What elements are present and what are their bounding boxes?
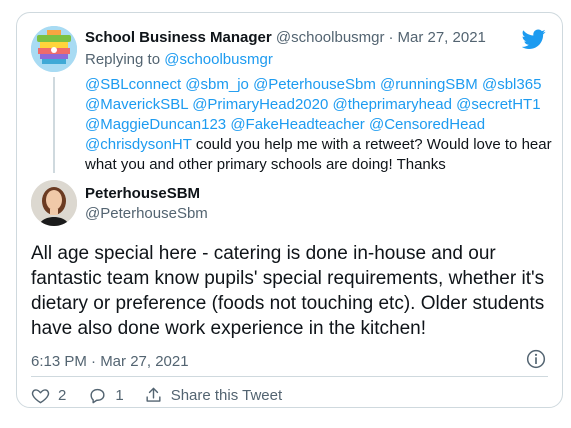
tweet-timestamp[interactable]: 6:13 PM · Mar 27, 2021 [31, 353, 189, 370]
mention-link[interactable]: @PeterhouseSbm [253, 76, 376, 93]
mention-link[interactable]: @runningSBM [380, 76, 478, 93]
replying-to-handle[interactable]: @schoolbusmgr [164, 51, 273, 68]
reply-count: 1 [115, 386, 124, 404]
avatar-school-business-manager[interactable] [31, 26, 77, 72]
mention-link[interactable]: @PrimaryHead2020 [192, 96, 328, 113]
avatar-photo [31, 180, 77, 226]
like-button[interactable]: 2 [31, 386, 66, 405]
like-count: 2 [58, 386, 67, 404]
user-handle[interactable]: @PeterhouseSbm [85, 205, 208, 222]
share-icon [146, 387, 161, 402]
display-name[interactable]: PeterhouseSBM [85, 185, 200, 202]
heart-icon [31, 388, 50, 403]
mention-link[interactable]: @sbm_jo [185, 76, 249, 93]
tweet-original-header: School Business Manager @schoolbusmgr · Ma… [85, 29, 486, 46]
tweet-date[interactable]: Mar 27, 2021 [398, 29, 486, 46]
separator-dot: · [388, 29, 394, 46]
mention-link[interactable]: @CensoredHead [369, 116, 485, 133]
info-icon[interactable] [526, 349, 546, 369]
mention-link[interactable]: @FakeHeadteacher [230, 116, 364, 133]
mention-link[interactable]: @MaggieDuncan123 [85, 116, 226, 133]
user-handle[interactable]: @schoolbusmgr [276, 29, 385, 46]
twitter-bird-icon[interactable] [522, 27, 546, 51]
avatar-illustration [31, 26, 77, 72]
replying-to: Replying to @schoolbusmgr [85, 51, 273, 68]
mention-link[interactable]: @theprimaryhead [333, 96, 452, 113]
tweet-card: School Business Manager @schoolbusmgr · Ma… [16, 12, 563, 408]
mention-link[interactable]: @chrisdysonHT [85, 136, 192, 153]
reply-button[interactable]: 1 [88, 386, 124, 405]
divider [31, 376, 548, 377]
tweet-reply-text: All age special here - catering is done … [31, 243, 545, 339]
tweet-actions: 2 1 Share this Tweet [31, 383, 282, 407]
mention-link[interactable]: @SBLconnect [85, 76, 181, 93]
mention-link[interactable]: @secretHT1 [456, 96, 540, 113]
display-name[interactable]: School Business Manager [85, 29, 272, 46]
reply-icon [90, 388, 105, 403]
share-label: Share this Tweet [170, 386, 283, 404]
share-button[interactable]: Share this Tweet [144, 386, 282, 405]
thread-connector-line [53, 77, 55, 173]
tweet-original-text: @SBLconnect @sbm_jo @PeterhouseSbm @runn… [85, 75, 555, 175]
mention-link[interactable]: @MaverickSBL [85, 96, 188, 113]
replying-to-label: Replying to [85, 51, 161, 68]
mention-link[interactable]: @sbl365 [482, 76, 541, 93]
avatar-peterhousesbm[interactable] [31, 180, 77, 226]
